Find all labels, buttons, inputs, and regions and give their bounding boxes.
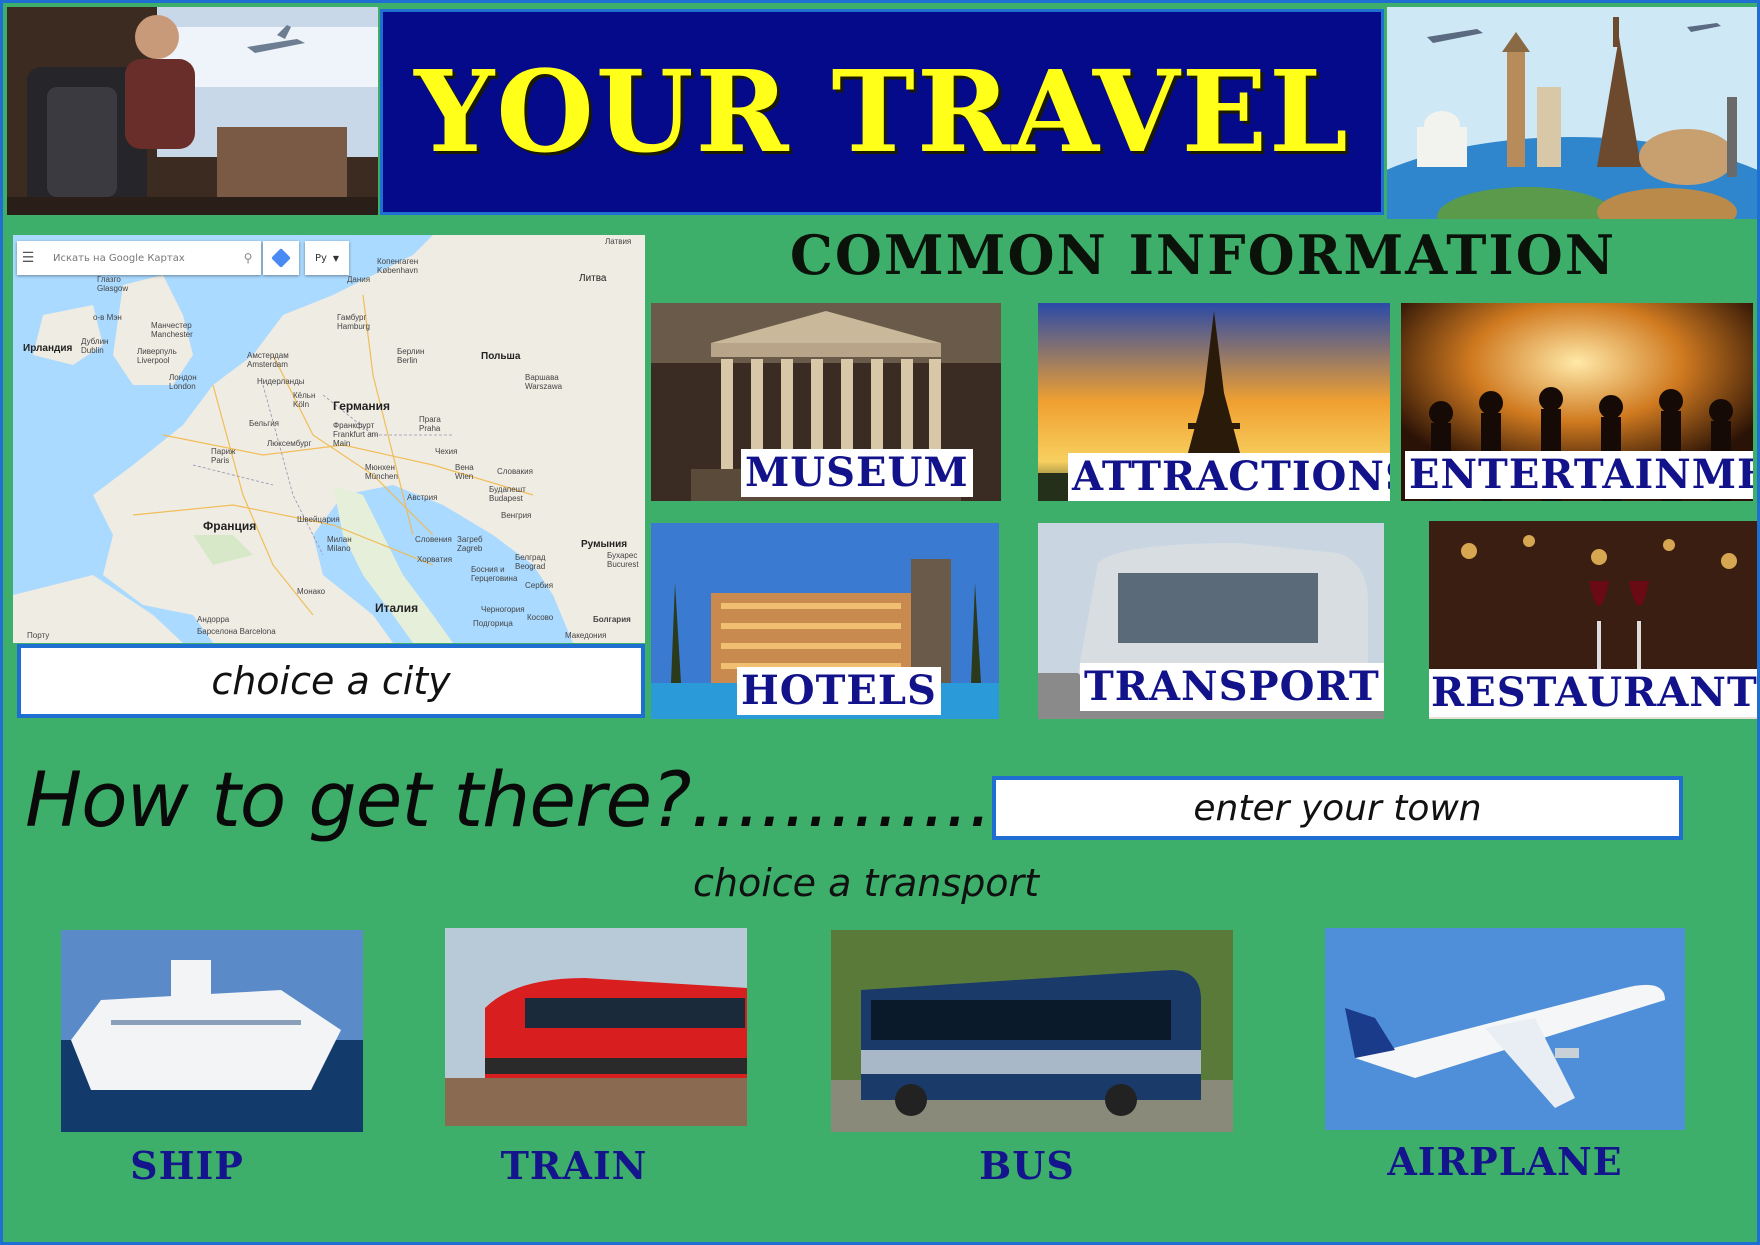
- map-label: Косово: [527, 613, 554, 622]
- chevron-down-icon: ▼: [332, 253, 340, 263]
- map-label: Словакия: [497, 467, 533, 476]
- map-label: Германия: [333, 399, 391, 413]
- map-label: Франция: [203, 519, 257, 533]
- language-selector[interactable]: Ру ▼: [305, 241, 349, 275]
- map-label: Ливерпуль Liverpool: [137, 347, 177, 365]
- map-label: Порту: [27, 631, 50, 640]
- search-icon[interactable]: ⚲: [235, 251, 261, 265]
- tile-museum[interactable]: MUSEUM: [651, 303, 1001, 501]
- tile-transport[interactable]: TRANSPORT: [1038, 523, 1384, 719]
- map-label: Будапешт Budapest: [489, 485, 526, 503]
- header-image-traveler: [7, 7, 378, 215]
- map-label: Люксембург: [267, 439, 312, 448]
- map-label: Франкфурт Frankfurt am Main: [333, 421, 379, 448]
- map-label: Подгорица: [473, 619, 513, 628]
- transport-train[interactable]: [445, 928, 747, 1126]
- map-label: Швейцария: [297, 515, 340, 524]
- map-label: Барселона Barcelona: [197, 627, 276, 636]
- language-label: Ру: [314, 252, 327, 264]
- transport-airplane[interactable]: [1325, 928, 1685, 1130]
- map-label: Дублин Dublin: [81, 337, 109, 355]
- town-input-value: enter your town: [1193, 787, 1482, 829]
- tile-label-restaurants: RESTAURANTS: [1429, 669, 1757, 717]
- how-to-get-there-heading: How to get there?..............: [25, 755, 1016, 844]
- map-label: Глазго Glasgow: [97, 275, 129, 293]
- directions-button[interactable]: [263, 241, 299, 275]
- map-label: Литва: [579, 273, 607, 284]
- map-label: Гамбург Hamburg: [337, 313, 370, 331]
- section-title-common-information: COMMON INFORMATION: [789, 223, 1617, 287]
- map-search-placeholder: Искать на Google Картах: [53, 252, 185, 264]
- map-label: Копенгаген København: [377, 257, 419, 275]
- tile-attractions[interactable]: ATTRACTIONS: [1038, 303, 1390, 501]
- tile-label-transport: TRANSPORT: [1080, 663, 1384, 711]
- transport-label-bus: BUS: [979, 1143, 1075, 1188]
- tile-hotels[interactable]: HOTELS: [651, 523, 999, 719]
- map-label: Амстердам Amsterdam: [247, 351, 289, 369]
- transport-label-ship: SHIP: [130, 1143, 244, 1188]
- map-label: Чехия: [435, 447, 458, 456]
- choose-transport-label: choice a transport: [693, 861, 1040, 905]
- map-label: Словения: [415, 535, 452, 544]
- map-label: Бельгия: [249, 419, 279, 428]
- map-label: Кёльн Köln: [293, 391, 316, 409]
- map-label: Варшава Warszawa: [525, 373, 563, 391]
- map-label: Милан Milano: [327, 535, 352, 553]
- city-input-value: choice a city: [211, 659, 451, 703]
- map-label: Вена Wien: [455, 463, 474, 481]
- title-banner: YOUR TRAVEL: [380, 9, 1384, 215]
- map-label: Дания: [347, 275, 371, 284]
- directions-icon: [271, 248, 291, 268]
- map-label: Болгария: [593, 615, 631, 624]
- map-label: Манчестер Manchester: [151, 321, 193, 339]
- map-label: Румыния: [581, 539, 628, 550]
- map-label: Македония: [565, 631, 607, 640]
- map-label: Венгрия: [501, 511, 532, 520]
- tile-entertainment[interactable]: ENTERTAINMENT: [1401, 303, 1753, 501]
- map-label: Белград Beograd: [515, 553, 546, 571]
- transport-label-airplane: AIRPLANE: [1387, 1139, 1623, 1184]
- tile-label-hotels: HOTELS: [737, 667, 941, 715]
- page: YOUR TRAVEL ☰ Искать на Google Картах ⚲ …: [0, 0, 1760, 1245]
- transport-ship[interactable]: [61, 930, 363, 1132]
- map-label: Сербия: [525, 581, 554, 590]
- tile-label-museum: MUSEUM: [741, 449, 973, 497]
- map-label: Загреб Zagreb: [457, 535, 483, 553]
- map-label: Мюнхен München: [365, 463, 398, 481]
- menu-icon[interactable]: ☰: [17, 250, 39, 266]
- tile-label-entertainment: ENTERTAINMENT: [1405, 451, 1753, 499]
- map-label: Австрия: [407, 493, 438, 502]
- europe-map[interactable]: ☰ Искать на Google Картах ⚲ Ру ▼ Латвия …: [13, 235, 645, 643]
- map-label: Бухарес Bucurest: [607, 551, 639, 569]
- map-search-box[interactable]: ☰ Искать на Google Картах ⚲: [17, 241, 261, 275]
- map-label: Андорра: [197, 615, 230, 624]
- header-image-landmarks: [1387, 7, 1757, 219]
- transport-label-train: TRAIN: [500, 1143, 648, 1188]
- map-label: Монако: [297, 587, 326, 596]
- tile-restaurants[interactable]: RESTAURANTS: [1429, 521, 1757, 719]
- map-label: Черногория: [481, 605, 525, 614]
- city-input[interactable]: choice a city: [17, 644, 645, 718]
- map-label: Берлин Berlin: [397, 347, 425, 365]
- transport-bus[interactable]: [831, 930, 1233, 1132]
- map-label: Прага Praha: [419, 415, 441, 433]
- map-label: Лондон London: [169, 373, 197, 391]
- town-input[interactable]: enter your town: [992, 776, 1683, 840]
- page-title: YOUR TRAVEL: [414, 46, 1350, 178]
- map-label: Польша: [481, 351, 521, 362]
- map-label: Италия: [375, 601, 419, 615]
- tile-label-attractions: ATTRACTIONS: [1068, 453, 1390, 501]
- map-label: Ирландия: [23, 343, 73, 354]
- map-label: Хорватия: [417, 555, 453, 564]
- map-label: Латвия: [605, 237, 632, 246]
- map-label: о-в Мэн: [93, 313, 122, 322]
- map-label: Нидерланды: [257, 377, 305, 386]
- map-label: Париж Paris: [211, 447, 236, 465]
